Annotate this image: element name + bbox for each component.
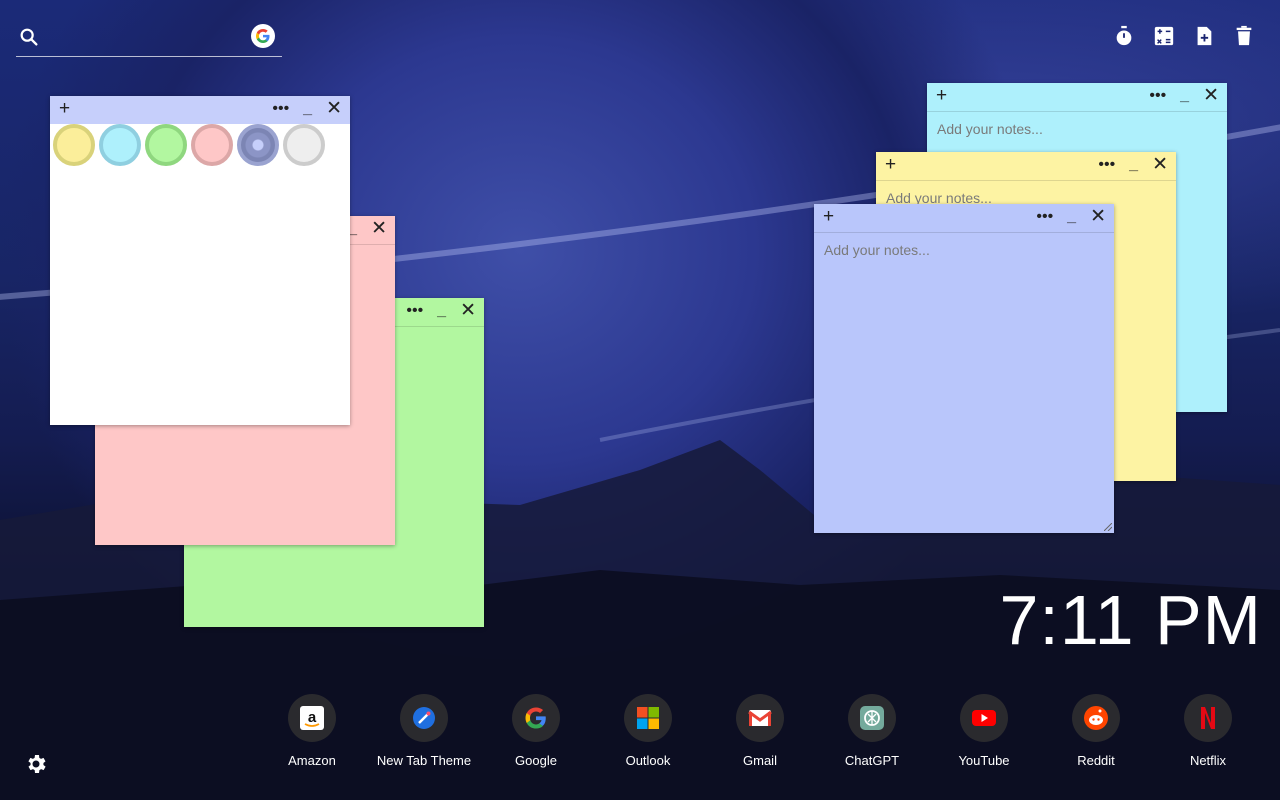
- shortcut-label: ChatGPT: [844, 753, 900, 768]
- add-note-icon[interactable]: [1192, 24, 1216, 48]
- google-icon[interactable]: [251, 24, 275, 48]
- toolbar: [1112, 24, 1256, 48]
- color-swatch-cyan[interactable]: [99, 124, 141, 166]
- shortcut-chatgpt[interactable]: ChatGPT: [816, 694, 928, 768]
- shortcut-label: Amazon: [288, 753, 336, 768]
- more-options-button[interactable]: •••: [272, 99, 289, 119]
- shortcut-gmail[interactable]: Gmail: [704, 694, 816, 768]
- google-icon: [512, 694, 560, 742]
- resize-handle-icon[interactable]: [1104, 523, 1112, 531]
- close-button[interactable]: ✕: [326, 99, 342, 119]
- shortcut-new-tab-theme[interactable]: New Tab Theme: [368, 694, 480, 768]
- note-text-area[interactable]: Add your notes...: [824, 242, 930, 258]
- chatgpt-icon: [848, 694, 896, 742]
- close-button[interactable]: ✕: [1152, 155, 1168, 175]
- divider: [876, 180, 1176, 181]
- divider: [927, 111, 1227, 112]
- search-icon: [20, 28, 38, 46]
- shortcut-reddit[interactable]: Reddit: [1040, 694, 1152, 768]
- minimize-button[interactable]: _: [303, 99, 312, 119]
- divider: [814, 232, 1114, 233]
- svg-text:a: a: [308, 709, 317, 726]
- more-options-button[interactable]: •••: [1036, 207, 1053, 227]
- shortcut-label: Reddit: [1077, 753, 1115, 768]
- color-swatch-blue[interactable]: [237, 124, 279, 166]
- shortcut-label: Outlook: [625, 753, 671, 768]
- shortcut-youtube[interactable]: YouTube: [928, 694, 1040, 768]
- trash-icon[interactable]: [1232, 24, 1256, 48]
- minimize-button[interactable]: _: [437, 301, 446, 321]
- add-note-button[interactable]: +: [59, 99, 70, 119]
- shortcut-label: New Tab Theme: [376, 753, 472, 768]
- color-swatch-yellow[interactable]: [53, 124, 95, 166]
- add-note-button[interactable]: +: [885, 155, 896, 175]
- note-header[interactable]: + ••• _ ✕: [50, 96, 350, 124]
- more-options-button[interactable]: •••: [406, 301, 423, 321]
- add-note-button[interactable]: +: [823, 207, 834, 227]
- shortcut-netflix[interactable]: Netflix: [1152, 694, 1264, 768]
- gear-icon[interactable]: [24, 752, 48, 776]
- note-header[interactable]: + ••• _ ✕: [876, 152, 1176, 180]
- gmail-icon: [736, 694, 784, 742]
- more-options-button[interactable]: •••: [1098, 155, 1115, 175]
- close-button[interactable]: ✕: [1203, 86, 1219, 106]
- outlook-icon: [624, 694, 672, 742]
- clock-display: 7:11 PM: [999, 581, 1262, 659]
- close-button[interactable]: ✕: [1090, 207, 1106, 227]
- shortcut-dock: a Amazon New Tab Theme Google Outlook Gm: [0, 694, 1280, 784]
- shortcut-label: Google: [515, 753, 557, 768]
- calculator-icon[interactable]: [1152, 24, 1176, 48]
- sticky-note-blue[interactable]: + ••• _ ✕ Add your notes...: [814, 204, 1114, 533]
- new-tab-theme-icon: [400, 694, 448, 742]
- youtube-icon: [960, 694, 1008, 742]
- color-swatch-green[interactable]: [145, 124, 187, 166]
- note-header[interactable]: + ••• _ ✕: [814, 204, 1114, 232]
- timer-icon[interactable]: [1112, 24, 1136, 48]
- close-button[interactable]: ✕: [460, 301, 476, 321]
- close-button[interactable]: ✕: [371, 219, 387, 239]
- minimize-button[interactable]: _: [1129, 155, 1138, 175]
- shortcut-label: Gmail: [743, 753, 777, 768]
- minimize-button[interactable]: _: [1067, 207, 1076, 227]
- shortcut-label: YouTube: [958, 753, 1010, 768]
- add-note-button[interactable]: +: [936, 86, 947, 106]
- search-input[interactable]: [50, 26, 254, 52]
- minimize-button[interactable]: _: [1180, 86, 1189, 106]
- note-header[interactable]: + ••• _ ✕: [927, 83, 1227, 111]
- reddit-icon: [1072, 694, 1120, 742]
- shortcut-amazon[interactable]: a Amazon: [256, 694, 368, 768]
- netflix-icon: [1184, 694, 1232, 742]
- note-text-area[interactable]: Add your notes...: [937, 121, 1043, 137]
- color-palette: [50, 124, 325, 166]
- sticky-note-white[interactable]: + ••• _ ✕: [50, 96, 350, 425]
- color-swatch-white[interactable]: [283, 124, 325, 166]
- shortcut-google[interactable]: Google: [480, 694, 592, 768]
- color-swatch-pink[interactable]: [191, 124, 233, 166]
- shortcut-outlook[interactable]: Outlook: [592, 694, 704, 768]
- search-bar[interactable]: [16, 22, 282, 57]
- shortcut-label: Netflix: [1189, 753, 1227, 768]
- amazon-icon: a: [288, 694, 336, 742]
- more-options-button[interactable]: •••: [1149, 86, 1166, 106]
